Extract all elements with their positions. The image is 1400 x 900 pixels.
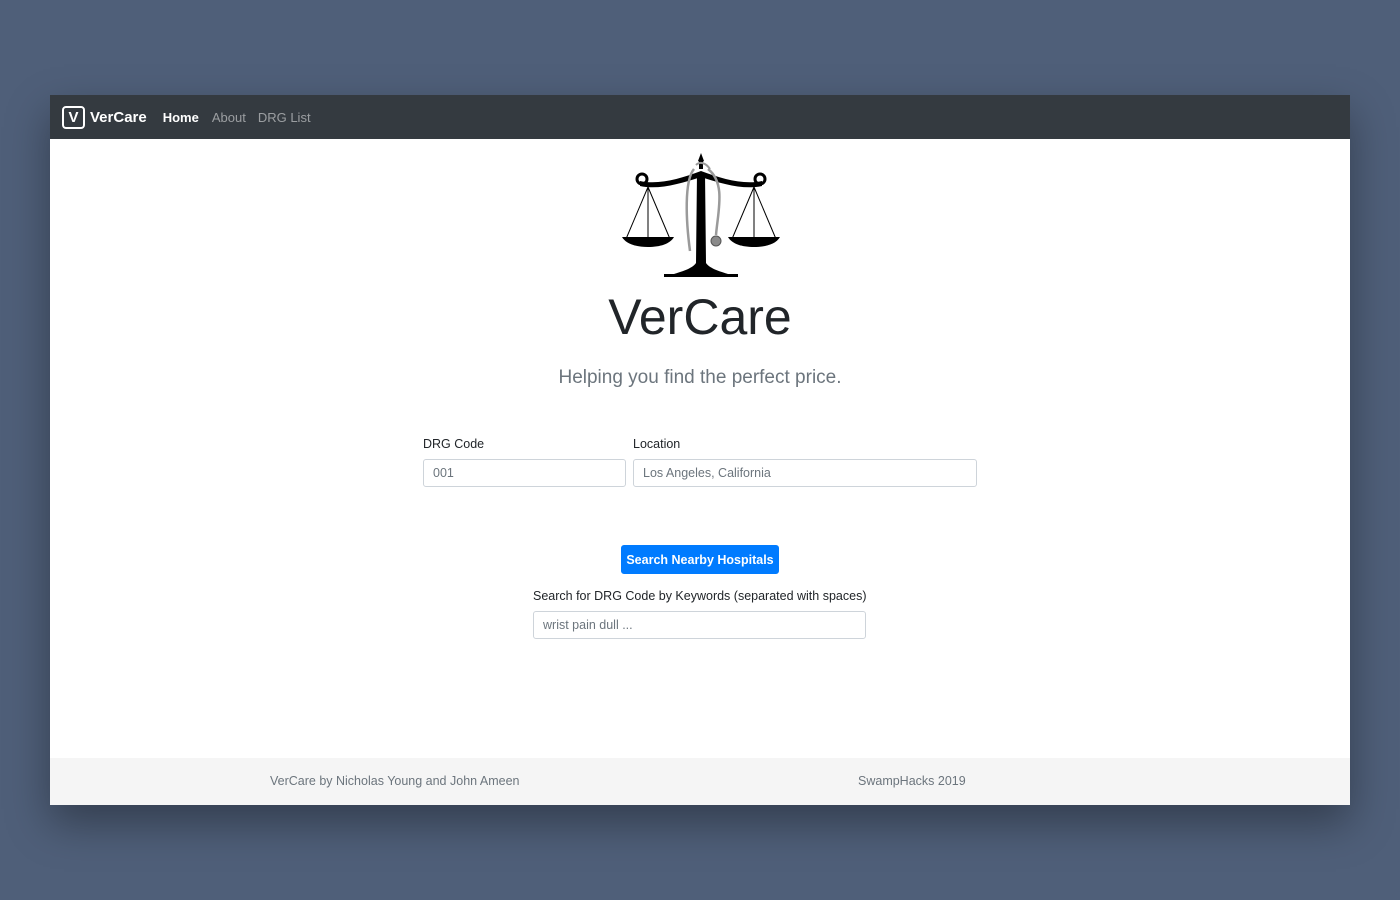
location-input[interactable] xyxy=(633,459,977,487)
drg-code-label: DRG Code xyxy=(423,437,485,451)
nav-link-about[interactable]: About xyxy=(212,110,246,125)
keyword-search-label: Search for DRG Code by Keywords (separat… xyxy=(533,589,867,603)
page-title: VerCare xyxy=(608,289,792,345)
brand-logo-letter: V xyxy=(68,108,79,126)
main-content: VerCare Helping you find the perfect pri… xyxy=(50,139,1350,758)
brand-logo-icon: V xyxy=(62,105,85,129)
nav-link-home[interactable]: Home xyxy=(163,110,199,125)
browser-window: V VerCare Home About DRG List VerCare He… xyxy=(50,95,1350,805)
page-footer: VerCare by Nicholas Young and John Ameen… xyxy=(50,758,1350,805)
footer-credits: VerCare by Nicholas Young and John Ameen xyxy=(270,774,520,788)
nav-link-drg-list[interactable]: DRG List xyxy=(258,110,311,125)
location-label: Location xyxy=(633,437,681,451)
scales-of-justice-icon xyxy=(622,153,780,277)
top-navbar: V VerCare Home About DRG List xyxy=(50,95,1350,139)
keyword-search-input[interactable] xyxy=(533,611,866,639)
brand-link[interactable]: V VerCare xyxy=(62,105,147,129)
search-nearby-hospitals-button[interactable]: Search Nearby Hospitals xyxy=(621,545,779,574)
brand-name: VerCare xyxy=(90,108,147,126)
page-subtitle: Helping you find the perfect price. xyxy=(558,367,842,388)
footer-event: SwampHacks 2019 xyxy=(858,774,966,788)
drg-code-input[interactable] xyxy=(423,459,626,487)
